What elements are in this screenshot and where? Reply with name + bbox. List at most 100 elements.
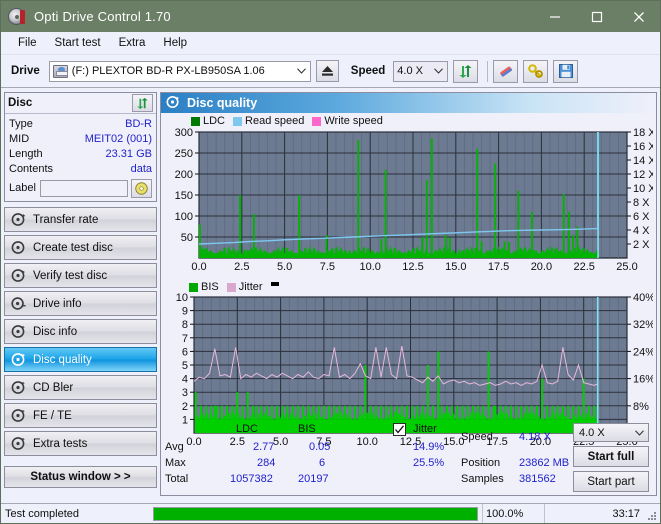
chart-xtick: 0.0: [191, 261, 206, 273]
refresh-icon: [137, 97, 148, 109]
sidebar-item-label: Extra tests: [33, 437, 88, 450]
resize-grip-icon[interactable]: [647, 511, 657, 521]
stats-speed-label: Speed: [461, 431, 493, 443]
window-title: Opti Drive Control 1.70: [34, 9, 171, 24]
legend-label-bis: BIS: [201, 281, 219, 293]
drive-label: Drive: [11, 65, 40, 77]
disc-write-icon: [11, 240, 26, 255]
disc-type-label: Type: [9, 117, 33, 130]
menu-bar: File Start test Extra Help: [1, 32, 660, 55]
stats-header-ldc: LDC: [236, 423, 259, 435]
sidebar-item-disc-info[interactable]: Disc info: [4, 319, 157, 344]
chart-y2tick: 24%: [633, 346, 653, 358]
minimize-button[interactable]: [534, 1, 576, 32]
sidebar-item-verify-test-disc[interactable]: Verify test disc: [4, 263, 157, 288]
progress-bar: [153, 506, 478, 521]
stats-max-jitter: 25.5%: [413, 457, 445, 469]
stats-row-max: Max: [165, 457, 186, 469]
stats-header-bis: BIS: [298, 423, 316, 435]
chart-y2tick: 10 X: [633, 183, 653, 195]
disc-row-type: Type BD-R: [9, 116, 152, 131]
speed-select[interactable]: 4.0 X: [393, 60, 449, 82]
drive-select[interactable]: (F:) PLEXTOR BD-R PX-LB950SA 1.06: [48, 60, 311, 82]
eject-button[interactable]: [315, 60, 339, 82]
chart-ytick: 9: [182, 306, 188, 318]
toolbar-separator: [487, 60, 489, 82]
status-bar: Test completed 100.0% 33:17: [1, 503, 660, 523]
app-disc-icon: [8, 8, 25, 25]
main-panel: Disc quality LDC Read speed Write speed …: [160, 92, 657, 496]
body: Disc Type BD-R MID MEIT02 (001) Length 2…: [1, 88, 660, 496]
chart-ytick: 7: [182, 333, 188, 345]
disc-label-button[interactable]: [131, 178, 152, 198]
test-speed-value: 4.0 X: [579, 426, 605, 439]
title-bar: Opti Drive Control 1.70: [1, 1, 660, 32]
extra-tests-icon: [11, 436, 26, 451]
start-full-button[interactable]: Start full: [573, 446, 649, 467]
speed-select-value: 4.0 X: [397, 65, 423, 77]
chart-ytick: 100: [175, 211, 193, 223]
sidebar: Disc Type BD-R MID MEIT02 (001) Length 2…: [1, 88, 160, 496]
sidebar-item-label: Create test disc: [33, 241, 113, 254]
disc-verify-icon: [11, 268, 26, 283]
sidebar-item-disc-quality[interactable]: Disc quality: [4, 347, 157, 372]
menu-extra[interactable]: Extra: [110, 35, 155, 51]
test-speed-select[interactable]: 4.0 X: [573, 423, 649, 442]
chart-xtick: 15.0: [445, 261, 466, 273]
disc-quality-icon: [166, 95, 180, 112]
chart-ytick: 2: [182, 401, 188, 413]
chart-y2tick: 8 X: [633, 197, 650, 209]
disc-row-mid: MID MEIT02 (001): [9, 131, 152, 146]
menu-file[interactable]: File: [9, 35, 46, 51]
stats-total-ldc: 1057382: [230, 473, 273, 485]
sidebar-item-drive-info[interactable]: Drive info: [4, 291, 157, 316]
legend-swatch-jitter: [226, 282, 236, 292]
status-window-button[interactable]: Status window > >: [4, 466, 157, 488]
sidebar-item-cd-bler[interactable]: CD Bler: [4, 375, 157, 400]
chart-y2tick: 16 X: [633, 141, 653, 153]
disc-type-value: BD-R: [125, 117, 152, 130]
stats-row-total: Total: [165, 473, 189, 485]
refresh-button[interactable]: [453, 59, 479, 83]
stats-position-value: 23862 MB: [519, 457, 570, 469]
tools-button[interactable]: [523, 59, 549, 83]
drive-icon: [52, 64, 68, 78]
erase-button[interactable]: [493, 59, 519, 83]
chart-ytick: 10: [176, 293, 188, 304]
jitter-checkbox[interactable]: [393, 423, 406, 436]
chart-y2tick: 4 X: [633, 225, 650, 237]
page-title: Disc quality: [187, 96, 258, 110]
chevron-down-icon: [430, 62, 447, 81]
legend-jitter: Jitter: [226, 281, 263, 293]
sidebar-item-fe-te[interactable]: FE / TE: [4, 403, 157, 428]
disc-label-input[interactable]: [39, 179, 128, 197]
disc-contents-value: data: [130, 162, 152, 175]
check-icon: [395, 425, 405, 434]
disc-refresh-button[interactable]: [132, 94, 153, 112]
sidebar-item-label: Transfer rate: [33, 213, 99, 226]
chart-ytick: 300: [175, 128, 193, 139]
sidebar-item-extra-tests[interactable]: Extra tests: [4, 431, 157, 456]
menu-help[interactable]: Help: [154, 35, 196, 51]
save-button[interactable]: [553, 59, 579, 83]
maximize-button[interactable]: [576, 1, 618, 32]
progress-percent: 100.0%: [482, 503, 544, 523]
legend-label-write-speed: Write speed: [324, 115, 383, 127]
chart-xtick: 7.5: [320, 261, 335, 273]
app-window: Opti Drive Control 1.70 File Start test …: [0, 0, 661, 524]
chevron-down-icon: [293, 62, 310, 81]
sidebar-item-create-test-disc[interactable]: Create test disc: [4, 235, 157, 260]
stats-avg-ldc: 2.77: [253, 441, 275, 453]
chart-xtick: 25.0: [616, 261, 637, 273]
chart-xtick: 2.5: [234, 261, 249, 273]
sidebar-item-transfer-rate[interactable]: Transfer rate: [4, 207, 157, 232]
menu-start-test[interactable]: Start test: [46, 35, 110, 51]
chart-ytick: 4: [182, 374, 188, 386]
stats-row-avg: Avg: [165, 441, 184, 453]
disc-panel-title: Disc: [8, 97, 33, 109]
start-part-button[interactable]: Start part: [573, 471, 649, 492]
close-button[interactable]: [618, 1, 660, 32]
stats-total-bis: 20197: [298, 473, 329, 485]
disc-panel: Disc Type BD-R MID MEIT02 (001) Length 2…: [4, 92, 157, 202]
eraser-icon: [499, 66, 512, 77]
